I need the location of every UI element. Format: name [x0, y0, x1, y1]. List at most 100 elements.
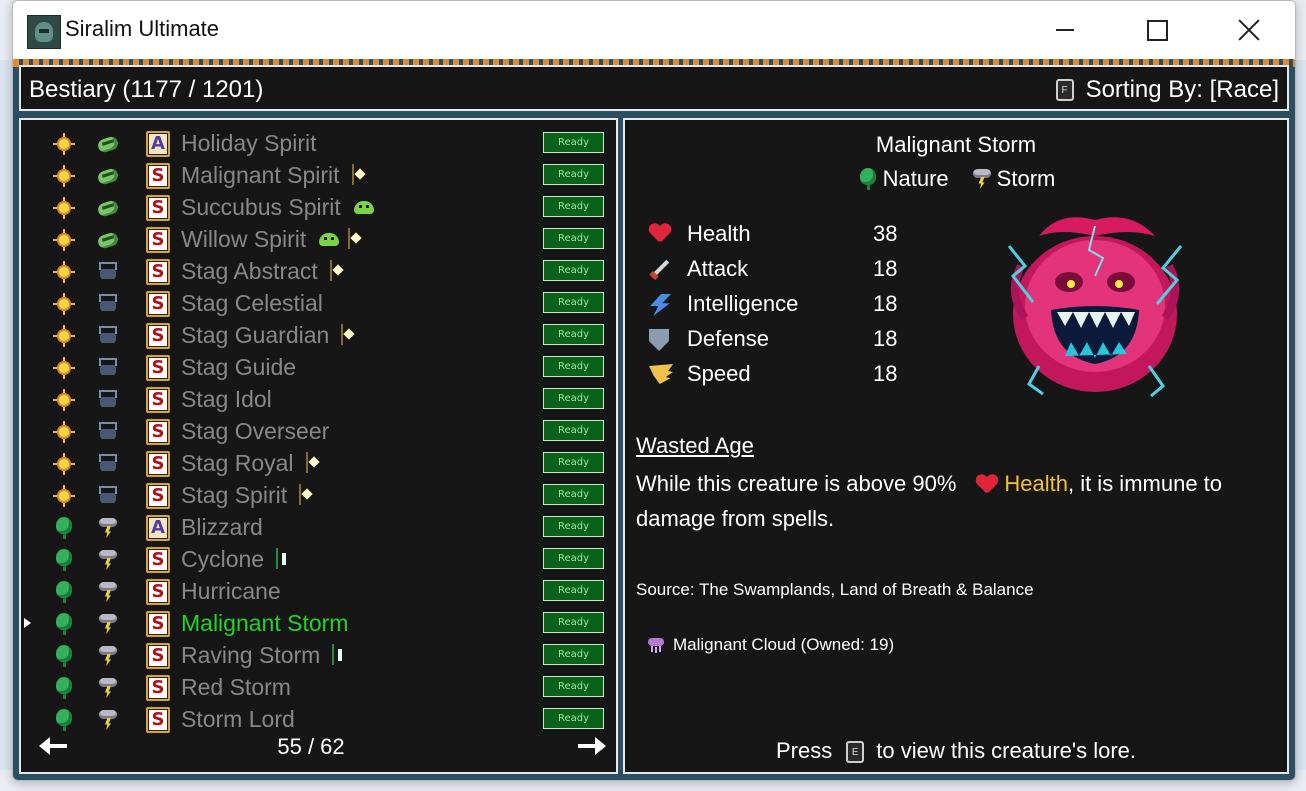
bestiary-title: Bestiary (1177 / 1201): [29, 76, 264, 103]
material-line: Malignant Cloud (Owned: 19): [647, 635, 894, 655]
creature-list-panel: A Holiday Spirit Ready S Malignant Spirit Rea…: [19, 118, 618, 774]
creature-row[interactable]: S Raving Storm Ready: [21, 640, 616, 672]
creature-row[interactable]: S Cyclone Ready: [21, 544, 616, 576]
ready-badge: Ready: [543, 388, 604, 409]
lore-text-after: to view this creature's lore.: [876, 738, 1136, 763]
stat-value: 38: [873, 221, 898, 246]
creature-row[interactable]: S Storm Lord Ready: [21, 704, 616, 736]
minimize-button[interactable]: [1019, 1, 1111, 59]
shield-icon: [649, 329, 669, 351]
sun-icon: [53, 421, 75, 443]
storm-race-icon: [97, 613, 119, 635]
creature-row[interactable]: A Blizzard Ready: [21, 512, 616, 544]
creature-types: Nature Storm: [625, 166, 1287, 192]
creature-row[interactable]: S Malignant Spirit Ready: [21, 160, 616, 192]
card-s-icon: S: [145, 611, 171, 637]
creature-race: Storm: [971, 166, 1055, 192]
ability-name: Wasted Age: [636, 433, 754, 458]
keyboard-key-e-icon[interactable]: E: [846, 741, 865, 764]
creature-row[interactable]: S Stag Spirit Ready: [21, 480, 616, 512]
game-window: Siralim Ultimate Bestiary (1177 / 1201) …: [12, 0, 1296, 781]
creature-name: Stag Idol: [181, 386, 272, 412]
card-s-icon: S: [145, 707, 171, 733]
card-s-icon: S: [145, 419, 171, 445]
stat-health: Health 38: [649, 218, 909, 253]
lore-text-before: Press: [776, 738, 833, 763]
sun-icon: [53, 485, 75, 507]
creature-row[interactable]: S Red Storm Ready: [21, 672, 616, 704]
ready-badge: Ready: [543, 164, 604, 185]
creature-row[interactable]: S Stag Guardian Ready: [21, 320, 616, 352]
sun-icon: [53, 389, 75, 411]
stag-race-icon: [97, 389, 119, 411]
leaf-icon: [53, 645, 75, 667]
creature-row[interactable]: S Succubus Spirit Ready: [21, 192, 616, 224]
cloud-material-icon: [647, 637, 665, 653]
creature-row[interactable]: S Stag Celestial Ready: [21, 288, 616, 320]
creature-row[interactable]: S Willow Spirit Ready: [21, 224, 616, 256]
creature-name: Stag Celestial: [181, 290, 323, 316]
green-blob-badge-icon: [353, 197, 369, 219]
leaf-icon: [53, 549, 75, 571]
creature-row[interactable]: S Stag Royal Ready: [21, 448, 616, 480]
storm-race-icon: [97, 677, 119, 699]
spirit-race-icon: [97, 197, 119, 219]
stats-list: Health 38 Attack 18 Intelligence 18 Defe…: [649, 218, 909, 393]
bestiary-header: Bestiary (1177 / 1201) F Sorting By: [Ra…: [19, 65, 1289, 111]
creature-name: Malignant Storm: [181, 610, 349, 636]
game-area: Bestiary (1177 / 1201) F Sorting By: [Ra…: [13, 59, 1295, 780]
ready-badge: Ready: [543, 580, 604, 601]
creature-row[interactable]: S Malignant Storm Ready: [21, 608, 616, 640]
window-title: Siralim Ultimate: [65, 16, 220, 41]
storm-race-icon: [97, 549, 119, 571]
stat-label: Health: [687, 221, 751, 246]
sort-control[interactable]: F Sorting By: [Race]: [1055, 76, 1279, 104]
creature-list: A Holiday Spirit Ready S Malignant Spirit Rea…: [21, 128, 616, 736]
ready-badge: Ready: [543, 132, 604, 153]
stag-race-icon: [97, 325, 119, 347]
stat-label: Speed: [687, 361, 751, 386]
close-button[interactable]: [1203, 1, 1295, 59]
card-s-icon: S: [145, 451, 171, 477]
stat-value: 18: [873, 291, 898, 316]
gold-card-badge-icon: [305, 452, 322, 475]
creature-row[interactable]: S Stag Guide Ready: [21, 352, 616, 384]
stag-race-icon: [97, 453, 119, 475]
card-s-icon: S: [145, 643, 171, 669]
card-s-icon: S: [145, 547, 171, 573]
creature-row[interactable]: S Stag Overseer Ready: [21, 416, 616, 448]
sort-label: Sorting By: [Race]: [1085, 76, 1279, 103]
creature-class: Nature: [857, 166, 949, 192]
ability-keyword: Health: [1004, 471, 1068, 496]
keyboard-key-f-icon: F: [1055, 79, 1074, 101]
ready-badge: Ready: [543, 548, 604, 569]
next-page-arrow-icon[interactable]: [578, 737, 606, 755]
selection-cursor-icon: [24, 618, 31, 628]
stat-value: 18: [873, 326, 898, 351]
maximize-button[interactable]: [1111, 1, 1203, 59]
spirit-race-icon: [97, 133, 119, 155]
lore-hint: Press Eto view this creature's lore.: [625, 738, 1287, 764]
creature-row[interactable]: S Stag Idol Ready: [21, 384, 616, 416]
creature-name: Willow Spirit: [181, 226, 307, 252]
creature-row[interactable]: S Stag Abstract Ready: [21, 256, 616, 288]
creature-row[interactable]: S Hurricane Ready: [21, 576, 616, 608]
creature-name: Stag Guardian: [181, 322, 330, 348]
card-s-icon: S: [145, 195, 171, 221]
stat-attack: Attack 18: [649, 253, 909, 288]
creature-name: Malignant Spirit: [181, 162, 340, 188]
card-a-icon: A: [145, 131, 171, 157]
sun-icon: [53, 293, 75, 315]
ready-badge: Ready: [543, 612, 604, 633]
storm-race-icon: [97, 709, 119, 731]
creature-name: Succubus Spirit: [181, 194, 341, 220]
storm-race-icon: [971, 167, 993, 191]
ready-badge: Ready: [543, 676, 604, 697]
title-bar[interactable]: Siralim Ultimate: [13, 1, 1295, 59]
app-icon: [27, 15, 61, 49]
stag-race-icon: [97, 421, 119, 443]
sun-icon: [53, 165, 75, 187]
ready-badge: Ready: [543, 708, 604, 729]
ready-badge: Ready: [543, 324, 604, 345]
creature-row[interactable]: A Holiday Spirit Ready: [21, 128, 616, 160]
